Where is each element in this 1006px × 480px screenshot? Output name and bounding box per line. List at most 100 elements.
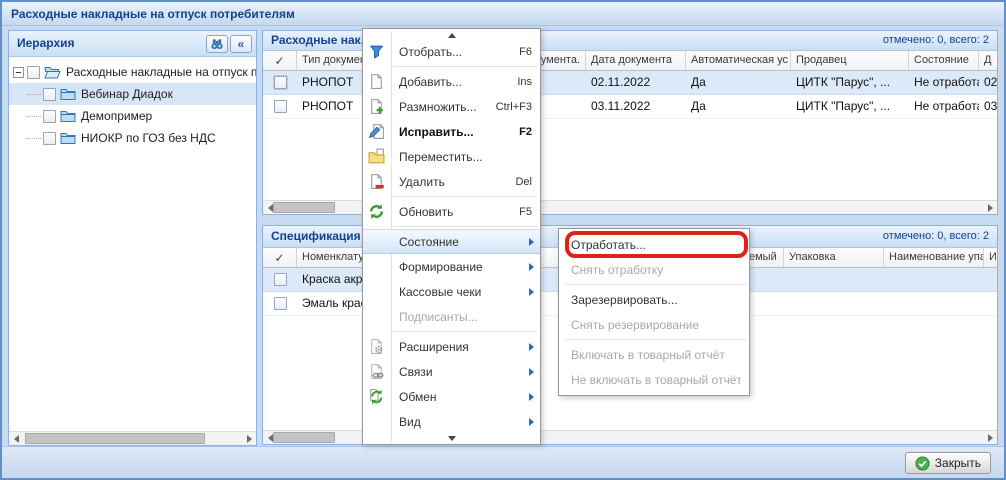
menu-item-exchange[interactable]: Обмен [363, 384, 540, 409]
window-title: Расходные накладные на отпуск потребител… [2, 2, 1004, 26]
move-folder-icon [368, 148, 385, 165]
row-checkbox[interactable] [274, 76, 287, 89]
column-header-extra[interactable]: Д [979, 51, 999, 70]
find-button[interactable] [206, 35, 228, 53]
hierarchy-panel-header: Иерархия « [9, 31, 256, 57]
hierarchy-panel-title: Иерархия [17, 36, 75, 50]
app-window: Расходные накладные на отпуск потребител… [0, 0, 1006, 480]
tree-item-label: Расходные накладные на отпуск потре [66, 65, 256, 79]
menu-item-add[interactable]: Добавить... Ins [363, 69, 540, 94]
scroll-left-icon[interactable] [9, 432, 23, 445]
menu-item-cash-receipts[interactable]: Кассовые чеки [363, 279, 540, 304]
column-header-check[interactable]: ✓ [263, 248, 297, 267]
page-link-icon [368, 363, 385, 380]
menu-item-delete[interactable]: Удалить Del [363, 169, 540, 194]
refresh-icon [368, 203, 385, 220]
menu-item-forming[interactable]: Формирование [363, 254, 540, 279]
menu-item-state[interactable]: Состояние [363, 229, 540, 254]
menu-separator [393, 66, 537, 67]
delete-page-icon [368, 173, 385, 190]
submenu-item-exclude-report[interactable]: Не включать в товарный отчёт [559, 367, 749, 392]
cell-extra: 03 [979, 95, 999, 118]
tree-checkbox[interactable] [27, 66, 40, 79]
submenu-item-reserve[interactable]: Зарезервировать... [559, 287, 749, 312]
binoculars-icon [210, 37, 224, 51]
green-check-icon [915, 456, 930, 471]
tree-checkbox[interactable] [43, 132, 56, 145]
hierarchy-hscrollbar[interactable] [9, 431, 256, 445]
menu-item-links[interactable]: Связи [363, 359, 540, 384]
menu-item-view[interactable]: Вид [363, 409, 540, 434]
edit-page-icon [368, 123, 385, 140]
menu-scroll-up[interactable] [363, 31, 540, 39]
tree-connector [27, 94, 41, 95]
cell-auto: Да [686, 71, 791, 94]
submenu-arrow-icon [529, 343, 534, 351]
footer-bar: Закрыть [2, 446, 1004, 478]
column-header-package[interactable]: Упаковка [784, 248, 884, 267]
column-header-seller[interactable]: Продавец [791, 51, 909, 70]
menu-item-signers[interactable]: Подписанты... [363, 304, 540, 329]
menu-item-edit[interactable]: Исправить... F2 [363, 119, 540, 144]
tree-item-niokr[interactable]: НИОКР по ГОЗ без НДС [9, 127, 256, 149]
menu-item-refresh[interactable]: Обновить F5 [363, 199, 540, 224]
row-checkbox[interactable] [274, 100, 287, 113]
collapse-node-icon[interactable] [13, 67, 24, 78]
scrollbar-thumb[interactable] [273, 202, 335, 213]
tree-checkbox[interactable] [43, 110, 56, 123]
column-header-check[interactable]: ✓ [263, 51, 297, 70]
submenu-item-unprocess[interactable]: Снять отработку [559, 257, 749, 282]
column-header-auto[interactable]: Автоматическая ус [686, 51, 791, 70]
cell-doc-date: 02.11.2022 [586, 71, 686, 94]
menu-item-move[interactable]: Переместить... [363, 144, 540, 169]
folder-icon [60, 110, 76, 123]
submenu-arrow-icon [529, 418, 534, 426]
cell-package [784, 292, 884, 315]
cell-state: Не отработан [909, 95, 979, 118]
copy-page-plus-icon [368, 98, 385, 115]
scroll-right-icon[interactable] [983, 201, 997, 214]
submenu-arrow-icon [529, 238, 534, 246]
column-header-extra[interactable]: И [984, 248, 999, 267]
scrollbar-thumb[interactable] [25, 433, 205, 444]
cell-extra [984, 268, 999, 291]
submenu-arrow-icon [529, 393, 534, 401]
tree-item-root[interactable]: Расходные накладные на отпуск потре [9, 61, 256, 83]
tree-checkbox[interactable] [43, 88, 56, 101]
hierarchy-panel: Иерархия « [8, 30, 257, 446]
row-checkbox[interactable] [274, 273, 287, 286]
column-header-state[interactable]: Состояние [909, 51, 979, 70]
submenu-item-unreserve[interactable]: Снять резервирование [559, 312, 749, 337]
tree-item-demoprimer[interactable]: Демопример [9, 105, 256, 127]
collapse-left-icon: « [238, 36, 245, 52]
cell-extra [984, 292, 999, 315]
collapse-panel-button[interactable]: « [230, 35, 252, 53]
row-checkbox[interactable] [274, 297, 287, 310]
scroll-right-icon[interactable] [242, 432, 256, 445]
context-menu: Отобрать... F6 Добавить... Ins Размножит… [362, 28, 541, 445]
submenu-item-include-report[interactable]: Включать в товарный отчёт [559, 342, 749, 367]
documents-counter: отмечено: 0, всего: 2 [883, 31, 989, 50]
cell-state: Не отработан [909, 71, 979, 94]
tree-item-vebinar[interactable]: Вебинар Диадок [9, 83, 256, 105]
cell-package [784, 268, 884, 291]
menu-item-duplicate[interactable]: Размножить... Ctrl+F3 [363, 94, 540, 119]
menu-separator [565, 284, 746, 285]
scroll-right-icon[interactable] [983, 431, 997, 444]
page-gear-icon [368, 338, 385, 355]
exchange-icon [368, 388, 385, 405]
submenu-item-process[interactable]: Отработать... [559, 232, 749, 257]
column-header-package-name[interactable]: Наименование упа [884, 248, 984, 267]
cell-extra: 02 [979, 71, 999, 94]
menu-item-extensions[interactable]: Расширения [363, 334, 540, 359]
menu-scroll-down[interactable] [363, 434, 540, 442]
close-button[interactable]: Закрыть [905, 452, 991, 474]
folder-icon [60, 132, 76, 145]
menu-item-select[interactable]: Отобрать... F6 [363, 39, 540, 64]
column-header-doc-date[interactable]: Дата документа [586, 51, 686, 70]
cell-seller: ЦИТК "Парус", ... [791, 95, 909, 118]
submenu-arrow-icon [529, 263, 534, 271]
scrollbar-thumb[interactable] [273, 432, 335, 443]
filter-icon [368, 43, 385, 60]
tree-item-label: Демопример [81, 109, 152, 123]
